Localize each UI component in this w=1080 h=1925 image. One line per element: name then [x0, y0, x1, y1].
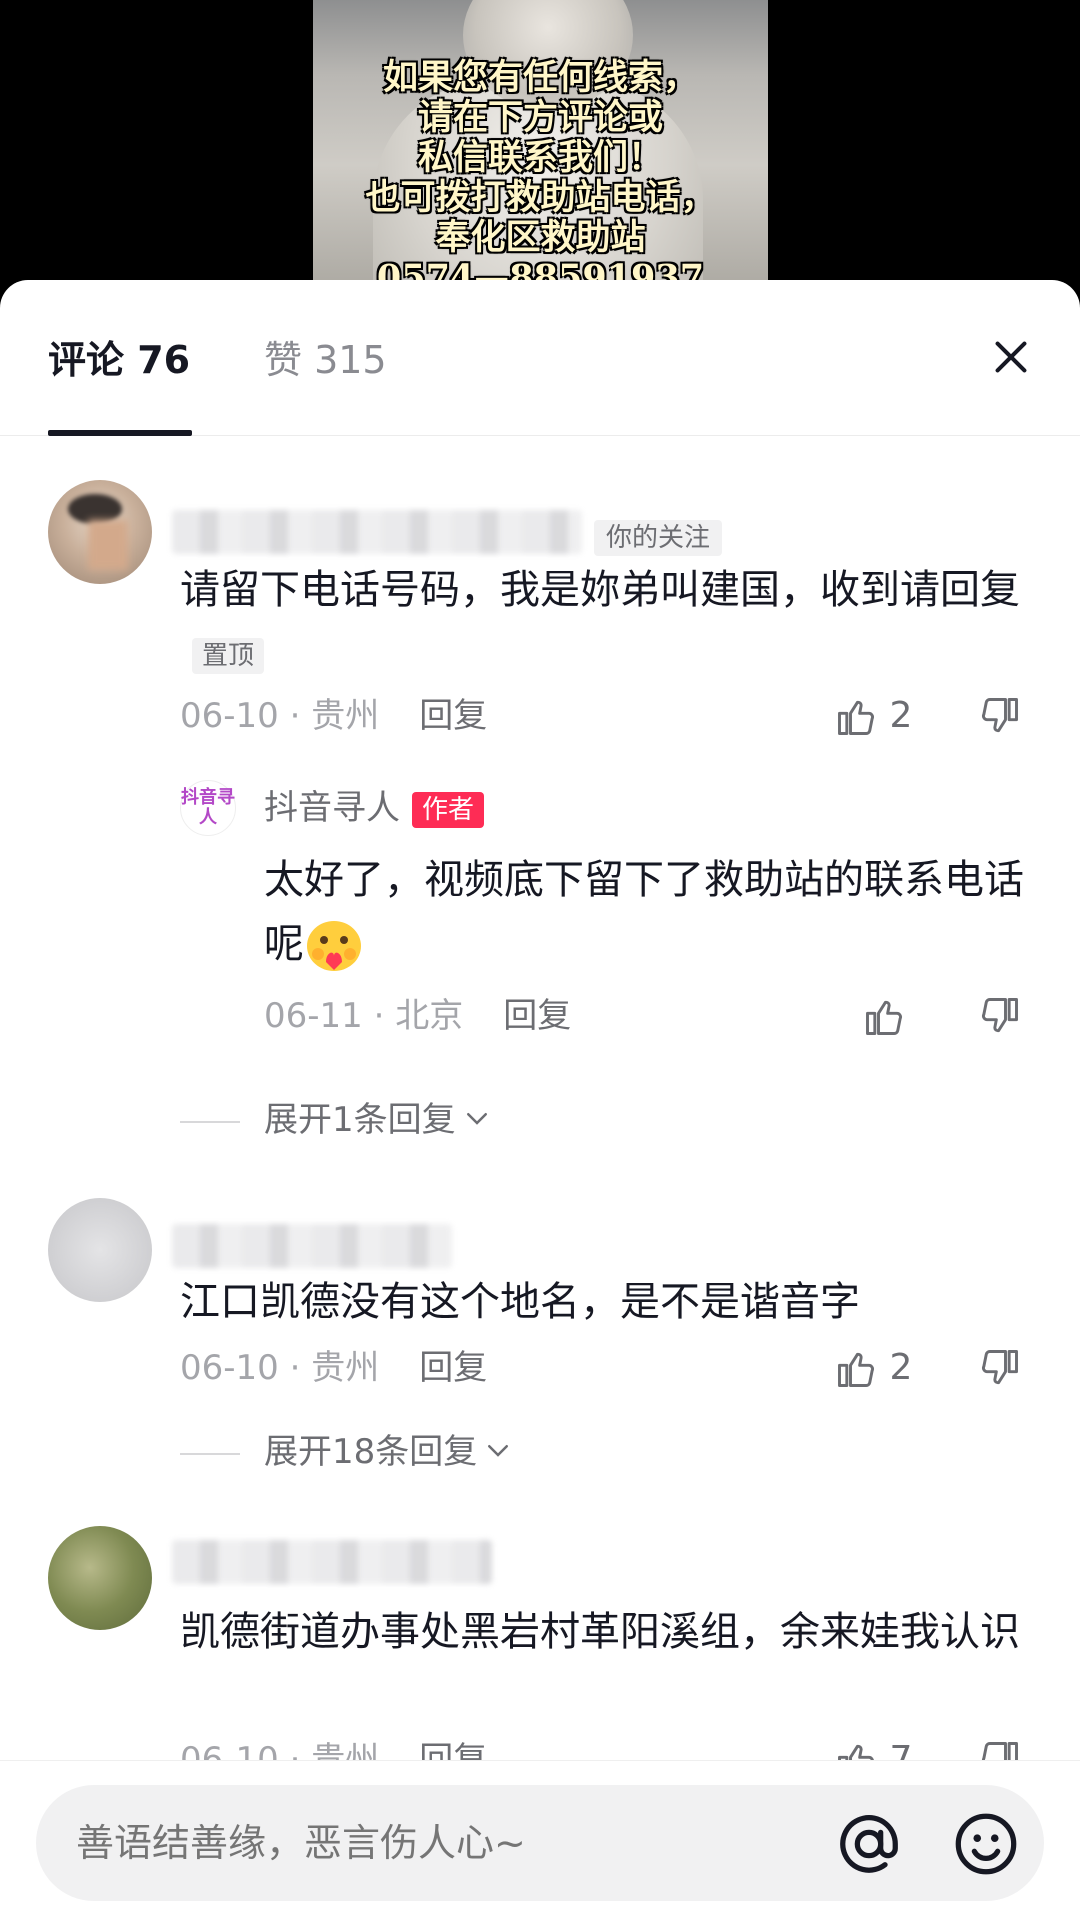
thumbs-up-icon: [838, 700, 874, 735]
like-button[interactable]: 2: [834, 694, 912, 739]
comment-input-bar: [0, 1760, 1080, 1925]
dislike-button[interactable]: [978, 1346, 1022, 1390]
overlay-line: 奉化区救助站: [435, 217, 646, 258]
comment-text[interactable]: 请留下电话号码，我是妳弟叫建国，收到请回复置顶: [180, 558, 1030, 686]
overlay-line: 也可拨打救助站电话，: [365, 177, 716, 218]
video-player[interactable]: 如果您有任何线索， 请在下方评论或 私信联系我们！ 也可拨打救助站电话， 奉化区…: [0, 0, 1080, 300]
thumbs-down-icon: [982, 998, 1018, 1033]
reply-text[interactable]: 太好了，视频底下留下了救助站的联系电话呢: [264, 848, 1034, 976]
overlay-line: 私信联系我们！: [417, 137, 663, 178]
overlay-line: 如果您有任何线索，: [382, 57, 698, 98]
active-tab-indicator: [48, 430, 192, 436]
reply-button[interactable]: 回复: [419, 1348, 487, 1388]
chevron-down-icon: [483, 1432, 513, 1476]
pinned-tag: 置顶: [192, 638, 265, 674]
author-name-row: 抖音寻人 作者: [264, 786, 485, 830]
expand-label: 展开18条回复: [264, 1432, 478, 1472]
reply-meta: 06-11 · 北京 回复: [264, 994, 571, 1038]
avatar-face: [88, 520, 128, 570]
reply-date-location: 06-11 · 北京: [264, 996, 464, 1036]
comment-sheet: 评论 76 赞 315 你的关注 请留下电话号码，我是妳弟叫建国，收到请回复置顶…: [0, 280, 1080, 1925]
chevron-down-icon: [462, 1100, 492, 1144]
following-tag: 你的关注: [594, 520, 723, 556]
username-blurred[interactable]: [172, 510, 582, 554]
expand-divider: [180, 1452, 240, 1455]
comment-body: 凯德街道办事处黑岩村革阳溪组，余来娃我认识: [180, 1609, 1020, 1655]
reply-body: 太好了，视频底下留下了救助站的联系电话呢: [264, 857, 1024, 967]
comment-date-location: 06-10 · 贵州: [180, 1348, 380, 1388]
sheet-tabs: 评论 76 赞 315: [0, 280, 1080, 436]
author-badge: 作者: [412, 791, 485, 828]
thumbs-down-icon: [982, 1350, 1018, 1385]
like-count: 2: [889, 1347, 913, 1388]
expand-divider: [180, 1120, 240, 1123]
like-button[interactable]: [862, 994, 906, 1039]
dislike-button[interactable]: [978, 994, 1022, 1038]
avatar[interactable]: [48, 1198, 152, 1302]
expand-replies[interactable]: 展开18条回复: [180, 1430, 513, 1476]
author-name[interactable]: 抖音寻人: [264, 788, 400, 828]
tab-comments[interactable]: 评论 76: [48, 336, 190, 384]
avatar[interactable]: [48, 480, 152, 584]
comment-meta: 06-10 · 贵州回复: [180, 1346, 487, 1390]
reply-button[interactable]: 回复: [419, 696, 487, 736]
comment-text[interactable]: 凯德街道办事处黑岩村革阳溪组，余来娃我认识: [180, 1600, 1030, 1664]
expand-replies[interactable]: 展开1条回复: [180, 1098, 492, 1144]
comment-input-container[interactable]: [36, 1785, 1044, 1901]
username-blurred[interactable]: [172, 1224, 452, 1268]
like-button[interactable]: 2: [834, 1346, 912, 1391]
thumbs-down-icon: [982, 698, 1018, 733]
thumbs-up-icon: [838, 1352, 874, 1387]
comment-meta: 06-10 · 贵州回复: [180, 694, 487, 738]
comment-date-location: 06-10 · 贵州: [180, 696, 380, 736]
comment-body: 请留下电话号码，我是妳弟叫建国，收到请回复: [180, 567, 1020, 613]
overlay-line: 请在下方评论或: [417, 97, 663, 138]
expand-label: 展开1条回复: [264, 1100, 456, 1140]
hug-emoji-icon: [304, 918, 364, 974]
tab-likes[interactable]: 赞 315: [264, 336, 387, 384]
thumbs-up-icon: [866, 1000, 902, 1035]
comment-body: 江口凯德没有这个地名，是不是谐音字: [180, 1279, 860, 1325]
dislike-button[interactable]: [978, 694, 1022, 738]
author-avatar[interactable]: 抖音寻人: [180, 780, 236, 836]
avatar[interactable]: [48, 1526, 152, 1630]
reply-button[interactable]: 回复: [503, 996, 571, 1036]
smile-icon[interactable]: [951, 1809, 1021, 1879]
username-blurred[interactable]: [172, 1540, 492, 1584]
comment-text[interactable]: 江口凯德没有这个地名，是不是谐音字: [180, 1270, 1030, 1334]
like-count: 2: [889, 695, 913, 736]
close-icon[interactable]: [984, 330, 1038, 384]
comment-input[interactable]: [76, 1815, 776, 1871]
at-icon[interactable]: [834, 1809, 904, 1879]
video-caption-overlay: 如果您有任何线索， 请在下方评论或 私信联系我们！ 也可拨打救助站电话， 奉化区…: [313, 58, 768, 298]
